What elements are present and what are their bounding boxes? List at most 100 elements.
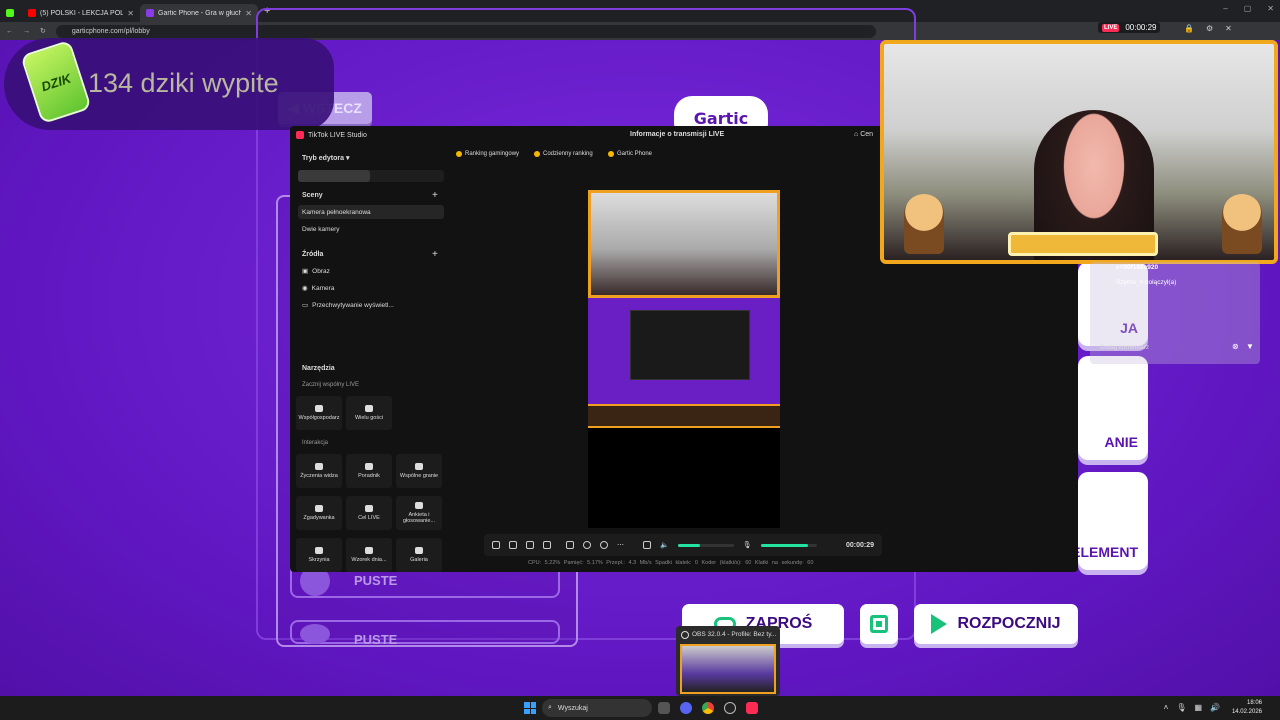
microphone-icon[interactable]: 🎙 bbox=[743, 541, 752, 549]
source-item[interactable]: ▣ Obraz bbox=[298, 264, 444, 278]
obs-taskbar-preview[interactable]: OBS 32.0.4 - Profile: Bez ty... bbox=[676, 626, 780, 696]
chevron-up-icon[interactable]: ˄ bbox=[1164, 703, 1169, 712]
live-info-title[interactable]: Informacje o transmisji LIVE bbox=[630, 131, 724, 138]
scene-item[interactable]: Dwie kamery bbox=[298, 222, 444, 236]
guide-icon bbox=[365, 463, 373, 470]
back-arrow-icon[interactable]: ← bbox=[6, 28, 13, 35]
layout-icon[interactable] bbox=[509, 541, 517, 549]
add-source-icon[interactable]: + bbox=[432, 249, 438, 260]
add-scene-icon[interactable]: + bbox=[432, 190, 438, 201]
home-label[interactable]: ⌂ Cen bbox=[854, 131, 873, 138]
chip-label: Gartic Phone bbox=[617, 151, 653, 157]
interaction-tool[interactable]: Życzenia widza bbox=[296, 454, 342, 488]
stream-preview bbox=[588, 190, 780, 528]
energy-drink-can-icon: DZIK bbox=[20, 39, 92, 125]
camera-settings-icon[interactable] bbox=[543, 541, 551, 549]
interaction-tool[interactable]: Ankieta i głosowanie... bbox=[396, 496, 442, 530]
close-icon[interactable]: ✕ bbox=[245, 9, 252, 18]
mic-volume-slider[interactable] bbox=[760, 543, 817, 547]
mic-volume-fill bbox=[760, 543, 809, 547]
search-icon: ⌕ bbox=[548, 704, 552, 711]
start-label: ROZPOCZNIJ bbox=[957, 615, 1061, 632]
send-icon[interactable]: ⊗ bbox=[1232, 342, 1239, 351]
obs-thumbnail bbox=[680, 644, 776, 694]
image-icon: ▣ bbox=[302, 268, 309, 275]
tool-label: Współgospodarz bbox=[298, 415, 340, 421]
volume-icon[interactable]: 🔊 bbox=[1210, 703, 1220, 712]
chip-gartic-phone[interactable]: Gartic Phone bbox=[608, 149, 652, 159]
kick-icon bbox=[6, 9, 14, 17]
tab-gartic[interactable]: Gartic Phone - Gra w głuchy telefon ✕ bbox=[140, 4, 258, 22]
maximize-icon[interactable]: ▢ bbox=[1244, 4, 1252, 13]
tile-label: ELEMENT bbox=[1071, 544, 1138, 560]
network-icon[interactable]: ▦ bbox=[1194, 703, 1202, 712]
scenes-heading: Sceny bbox=[302, 192, 323, 199]
windows-start-icon[interactable] bbox=[524, 702, 536, 714]
trophy-icon bbox=[534, 151, 540, 157]
tool-label: Życzenia widza bbox=[300, 473, 338, 479]
start-button[interactable]: ROZPOCZNIJ bbox=[914, 604, 1078, 644]
task-view-icon[interactable] bbox=[658, 702, 670, 714]
taskbar-search[interactable]: ⌕ Wyszukaj bbox=[542, 699, 652, 717]
settings-icon[interactable]: ⚙ bbox=[1206, 24, 1213, 33]
qr-code-button[interactable] bbox=[860, 604, 898, 644]
multi-guest-tool[interactable]: Wielu gości bbox=[346, 396, 392, 430]
interaction-tool[interactable]: Poradnik bbox=[346, 454, 392, 488]
system-tray: ˄ 🎙 ▦ 🔊 bbox=[1164, 703, 1220, 712]
more-icon[interactable]: ⋯ bbox=[617, 541, 624, 549]
source-item[interactable]: ◉ Kamera bbox=[298, 281, 444, 295]
taskbar-clock[interactable]: 18:06 14.02.2026 bbox=[1232, 699, 1262, 717]
speaker-icon[interactable]: 🔈 bbox=[660, 541, 669, 549]
monitor-icon: ▭ bbox=[302, 302, 309, 309]
capture-icon[interactable] bbox=[600, 541, 608, 549]
gartic-icon bbox=[146, 9, 154, 17]
chip-gaming-ranking[interactable]: Ranking gamingowy bbox=[456, 149, 519, 159]
discord-icon[interactable] bbox=[680, 702, 692, 714]
interaction-tool[interactable]: Wspólne granie bbox=[396, 454, 442, 488]
performance-stats: CPU: 5.22% Pamięć: 5.17% Przepł.: 4.3 Mb… bbox=[528, 560, 814, 566]
cohost-tool[interactable]: Współgospodarz bbox=[296, 396, 342, 430]
close-icon[interactable]: ✕ bbox=[127, 9, 134, 18]
tab-youtube[interactable]: (5) POLSKI - LEKCJA POLSKIEGO ✕ bbox=[22, 4, 140, 22]
interaction-tool[interactable]: Skrzynia bbox=[296, 538, 342, 572]
minimize-icon[interactable]: – bbox=[1223, 4, 1227, 13]
magic-icon[interactable] bbox=[492, 541, 500, 549]
clock-time: 18:06 bbox=[1246, 700, 1262, 706]
filter-icon[interactable]: ▼ bbox=[1246, 342, 1254, 351]
tab-title: (5) POLSKI - LEKCJA POLSKIEGO bbox=[40, 9, 124, 17]
orientation-toggle[interactable] bbox=[298, 170, 444, 182]
chrome-icon[interactable] bbox=[702, 702, 714, 714]
settings-tile[interactable]: ANIE bbox=[1078, 356, 1148, 460]
settings-tile[interactable]: ELEMENT bbox=[1071, 472, 1148, 570]
scene-item[interactable]: Kamera pełnoekranowa bbox=[298, 205, 444, 219]
tab-extension[interactable] bbox=[0, 4, 22, 22]
empty-slot-label: PUSTE bbox=[354, 632, 398, 647]
interaction-tool[interactable]: Cel LIVE bbox=[346, 496, 392, 530]
interaction-tool[interactable]: Wzorek dnia... bbox=[346, 538, 392, 572]
obs-app-icon[interactable] bbox=[724, 702, 736, 714]
forward-arrow-icon[interactable]: → bbox=[23, 28, 30, 35]
lock-icon[interactable]: 🔒 bbox=[1184, 24, 1194, 33]
clock-date: 14.02.2026 bbox=[1231, 709, 1262, 715]
editor-mode-dropdown[interactable]: Tryb edytora ▾ bbox=[302, 154, 349, 162]
phone-icon[interactable] bbox=[566, 541, 574, 549]
record-icon[interactable] bbox=[583, 541, 591, 549]
speaker-volume-slider[interactable] bbox=[677, 543, 734, 547]
sliders-icon[interactable] bbox=[643, 541, 651, 549]
interaction-tool[interactable]: Zgadywanka bbox=[296, 496, 342, 530]
portrait-option[interactable] bbox=[298, 170, 370, 182]
microphone-tray-icon[interactable]: 🎙 bbox=[1176, 703, 1186, 712]
tool-label: Galeria bbox=[410, 557, 428, 563]
comment-input[interactable]: Dodaj komentarz bbox=[1098, 340, 1246, 354]
chip-daily-ranking[interactable]: Codzienny ranking bbox=[534, 149, 593, 159]
effects-icon[interactable] bbox=[526, 541, 534, 549]
source-item[interactable]: ▭ Przechwytywanie wyświetl... bbox=[298, 298, 444, 312]
recording-time: 00:00:29 bbox=[1125, 23, 1157, 32]
close-window-icon[interactable]: ✕ bbox=[1267, 4, 1274, 13]
interaction-tool[interactable]: Galeria bbox=[396, 538, 442, 572]
reload-icon[interactable]: ↻ bbox=[40, 27, 46, 35]
close-icon[interactable]: ✕ bbox=[1225, 24, 1232, 33]
scene-label: Kamera pełnoekranowa bbox=[302, 208, 371, 216]
tiktok-app-icon[interactable] bbox=[746, 702, 758, 714]
preview-banner bbox=[588, 404, 780, 428]
